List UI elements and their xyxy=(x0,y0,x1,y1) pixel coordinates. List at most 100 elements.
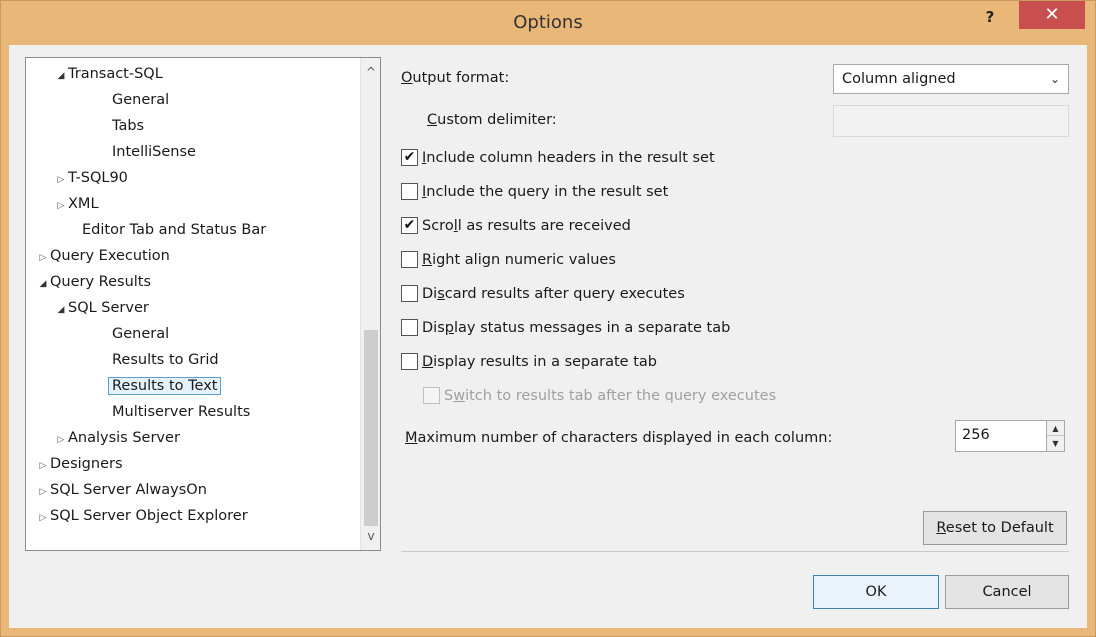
checkbox-label: s xyxy=(437,286,445,302)
tree-item-label: Results to Grid xyxy=(112,352,219,368)
tree-item-label: Query Results xyxy=(50,274,152,290)
collapsed-triangle-icon[interactable]: ▷ xyxy=(54,428,68,452)
tree-item-label: Designers xyxy=(50,456,123,472)
option-checkbox-row[interactable]: Display results in a separate tab xyxy=(401,351,657,373)
tree-item-label: T-SQL90 xyxy=(68,170,128,186)
tree-item[interactable]: ▷ SQL Server Object Explorer xyxy=(36,504,248,528)
options-tree[interactable]: ^ v ◢ Transact-SQL General Tabs IntelliSense… xyxy=(25,57,381,551)
tree-item[interactable]: ▷ XML xyxy=(54,192,99,216)
checkbox-label: D xyxy=(422,354,434,370)
expanded-triangle-icon[interactable]: ◢ xyxy=(54,298,68,322)
option-checkbox-row[interactable]: ✔ Scroll as results are received xyxy=(401,215,631,237)
checkbox-label: p xyxy=(444,320,454,336)
checkbox-label: card results after query executes xyxy=(444,286,685,302)
output-format-value: Column aligned xyxy=(842,71,956,87)
tree-item[interactable]: Tabs xyxy=(112,114,144,138)
expanded-triangle-icon[interactable]: ◢ xyxy=(36,272,50,296)
checkbox-label: nclude column headers in the result set xyxy=(426,150,715,166)
collapsed-triangle-icon[interactable]: ▷ xyxy=(36,480,50,504)
help-button[interactable]: ? xyxy=(975,5,1005,29)
tree-item[interactable]: General xyxy=(112,88,169,112)
ok-button[interactable]: OK xyxy=(813,575,939,609)
tree-item[interactable]: ▷ Query Execution xyxy=(36,244,170,268)
tree-item[interactable]: ◢ Query Results xyxy=(36,270,152,296)
checkbox[interactable] xyxy=(401,352,418,370)
tree-item-label: General xyxy=(112,92,170,108)
options-dialog: Options ? ✕ ^ v ◢ Transact-SQL General Tabs… xyxy=(0,0,1096,637)
dialog-body: ^ v ◢ Transact-SQL General Tabs IntelliSense… xyxy=(9,45,1087,628)
tree-item-label: General xyxy=(112,326,170,342)
checkbox-label: R xyxy=(422,252,433,268)
checkbox-label: nclude the query in the result set xyxy=(426,184,669,200)
tree-item[interactable]: Multiserver Results xyxy=(112,400,250,424)
collapsed-triangle-icon[interactable]: ▷ xyxy=(36,454,50,478)
max-chars-label: Maximum number of characters displayed i… xyxy=(405,430,833,446)
max-chars-stepper[interactable]: ▲ ▼ xyxy=(1047,420,1065,452)
scroll-down-icon[interactable]: v xyxy=(361,526,381,546)
tree-item-label: IntelliSense xyxy=(112,144,196,160)
checkbox-label: Di xyxy=(422,286,438,302)
scroll-up-icon[interactable]: ^ xyxy=(361,62,381,82)
scroll-thumb[interactable] xyxy=(364,330,378,526)
checkbox-label: l as results are received xyxy=(457,218,631,234)
checkbox[interactable] xyxy=(401,182,418,200)
tree-scrollbar[interactable]: ^ v xyxy=(360,58,380,550)
option-checkbox-row[interactable]: Include the query in the result set xyxy=(401,181,668,203)
tree-item[interactable]: ▷ T-SQL90 xyxy=(54,166,128,190)
collapsed-triangle-icon[interactable]: ▷ xyxy=(54,194,68,218)
collapsed-triangle-icon[interactable]: ▷ xyxy=(36,506,50,530)
spin-up-icon[interactable]: ▲ xyxy=(1047,421,1064,436)
checkbox[interactable]: ✔ xyxy=(401,148,418,166)
option-checkbox-row: Switch to results tab after the query ex… xyxy=(423,385,776,407)
checkbox-label: w xyxy=(453,388,466,404)
option-checkbox-row[interactable]: Discard results after query executes xyxy=(401,283,685,305)
tree-item-label: Query Execution xyxy=(50,248,170,264)
divider xyxy=(401,551,1069,552)
checkbox-label: ight align numeric values xyxy=(432,252,616,268)
collapsed-triangle-icon[interactable]: ▷ xyxy=(54,168,68,192)
option-checkbox-row[interactable]: ✔ Include column headers in the result se… xyxy=(401,147,715,169)
tree-item[interactable]: ▷ SQL Server AlwaysOn xyxy=(36,478,207,502)
tree-item[interactable]: Results to Text xyxy=(108,374,222,398)
checkbox xyxy=(423,386,440,404)
cancel-button[interactable]: Cancel xyxy=(945,575,1069,609)
close-icon: ✕ xyxy=(1044,4,1060,25)
tree-item[interactable]: General xyxy=(112,322,169,346)
tree-item[interactable]: ▷ Analysis Server xyxy=(54,426,180,450)
checkbox-label: lay status messages in a separate tab xyxy=(453,320,731,336)
checkbox-label: Scro xyxy=(422,218,454,234)
chevron-down-icon: ⌄ xyxy=(1049,72,1060,86)
checkbox-label: isplay results in a separate tab xyxy=(433,354,657,370)
tree-item-label: SQL Server Object Explorer xyxy=(50,508,248,524)
tree-item[interactable]: Editor Tab and Status Bar xyxy=(82,218,266,242)
option-checkbox-row[interactable]: Display status messages in a separate ta… xyxy=(401,317,730,339)
title-bar[interactable]: Options ? ✕ xyxy=(1,1,1095,46)
checkbox[interactable] xyxy=(401,284,418,302)
checkbox[interactable] xyxy=(401,318,418,336)
tree-item-label: Transact-SQL xyxy=(68,66,163,82)
tree-item[interactable]: IntelliSense xyxy=(112,140,196,164)
tree-item[interactable]: ◢ Transact-SQL xyxy=(54,62,163,86)
tree-item[interactable]: ◢ SQL Server xyxy=(54,296,149,320)
checkbox-label: S xyxy=(444,388,454,404)
tree-item-label: Editor Tab and Status Bar xyxy=(82,222,267,238)
output-format-label: Output format: xyxy=(401,70,510,86)
checkbox[interactable] xyxy=(401,250,418,268)
custom-delimiter-field xyxy=(833,105,1069,137)
tree-item[interactable]: Results to Grid xyxy=(112,348,219,372)
collapsed-triangle-icon[interactable]: ▷ xyxy=(36,246,50,270)
checkbox-label: Dis xyxy=(422,320,445,336)
output-format-dropdown[interactable]: Column aligned ⌄ xyxy=(833,64,1069,94)
tree-item[interactable]: ▷ Designers xyxy=(36,452,123,476)
expanded-triangle-icon[interactable]: ◢ xyxy=(54,64,68,88)
close-button[interactable]: ✕ xyxy=(1019,1,1085,29)
tree-item-label: XML xyxy=(68,196,99,212)
max-chars-input[interactable]: 256 xyxy=(955,420,1047,452)
tree-item-label: SQL Server AlwaysOn xyxy=(50,482,207,498)
spin-down-icon[interactable]: ▼ xyxy=(1047,436,1064,451)
tree-item-label: Tabs xyxy=(112,118,145,134)
checkbox[interactable]: ✔ xyxy=(401,216,418,234)
tree-item-label: Results to Text xyxy=(108,377,222,395)
option-checkbox-row[interactable]: Right align numeric values xyxy=(401,249,616,271)
reset-to-default-button[interactable]: Reset to Default xyxy=(923,511,1067,545)
